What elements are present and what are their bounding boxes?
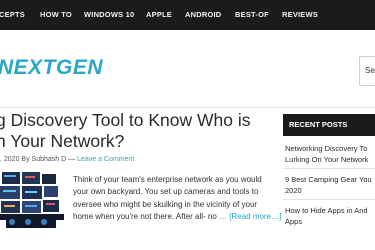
top-navigation-bar: CEPTS HOW TO WINDOWS 10 APPLE ANDROID BE…: [0, 0, 375, 30]
excerpt-line: home when you're not there. After all- n…: [73, 212, 220, 222]
post-title[interactable]: g Discovery Tool to Know Who is n Your N…: [0, 110, 266, 152]
recent-post-line: Networking Discovery To: [285, 144, 368, 153]
post-date-author: , 2020 By Subhash D: [0, 156, 67, 163]
recent-post-line: How to Hide Apps in And: [285, 206, 368, 215]
recent-post-line: 9 Best Camping Gear You: [285, 175, 372, 184]
recent-post-link[interactable]: 9 Best Camping Gear You 2020: [285, 174, 375, 196]
recent-post-line: 2020: [285, 186, 302, 195]
excerpt-line: your own backyard. You set up cameras an…: [73, 187, 259, 197]
site-logo[interactable]: NEXTGEN: [0, 56, 103, 80]
search-placeholder: Sea: [365, 66, 375, 75]
meta-separator: —: [68, 156, 76, 163]
sidebar-divider: [283, 168, 375, 169]
excerpt-line: oversee who might be skulking in the vic…: [73, 199, 258, 209]
recent-post-line: Lurking On Your Network: [285, 155, 369, 164]
recent-posts-heading: RECENT POSTS: [283, 114, 375, 136]
leave-comment-link[interactable]: Leave a Comment: [77, 156, 134, 163]
search-input[interactable]: Sea: [359, 56, 375, 86]
nav-item-reviews[interactable]: REVIEWS: [282, 0, 318, 30]
nav-item-concepts[interactable]: CEPTS: [0, 0, 25, 30]
post-title-line: g Discovery Tool to Know Who is: [0, 110, 251, 130]
nav-item-apple[interactable]: APPLE: [146, 0, 172, 30]
post-thumbnail-image[interactable]: [0, 170, 64, 232]
post-meta: , 2020 By Subhash D — Leave a Comment: [0, 156, 134, 163]
nav-item-best-of[interactable]: BEST-OF: [235, 0, 269, 30]
read-more-link[interactable]: … [Read more…]: [219, 212, 281, 221]
sidebar-divider: [283, 199, 375, 200]
excerpt-line: Think of your team's enterprise network …: [73, 175, 262, 184]
nav-item-windows-10[interactable]: WINDOWS 10: [84, 0, 134, 30]
recent-post-link[interactable]: How to Hide Apps in And Apps: [285, 205, 375, 227]
post-excerpt: Think of your team's enterprise network …: [73, 174, 281, 224]
nav-item-how-to[interactable]: HOW TO: [40, 0, 72, 30]
header-divider: [0, 107, 375, 108]
nav-item-android[interactable]: ANDROID: [185, 0, 221, 30]
recent-post-line: Apps: [285, 217, 303, 226]
post-title-line: n Your Network?: [0, 131, 125, 151]
recent-post-link[interactable]: Networking Discovery To Lurking On Your …: [285, 143, 375, 165]
